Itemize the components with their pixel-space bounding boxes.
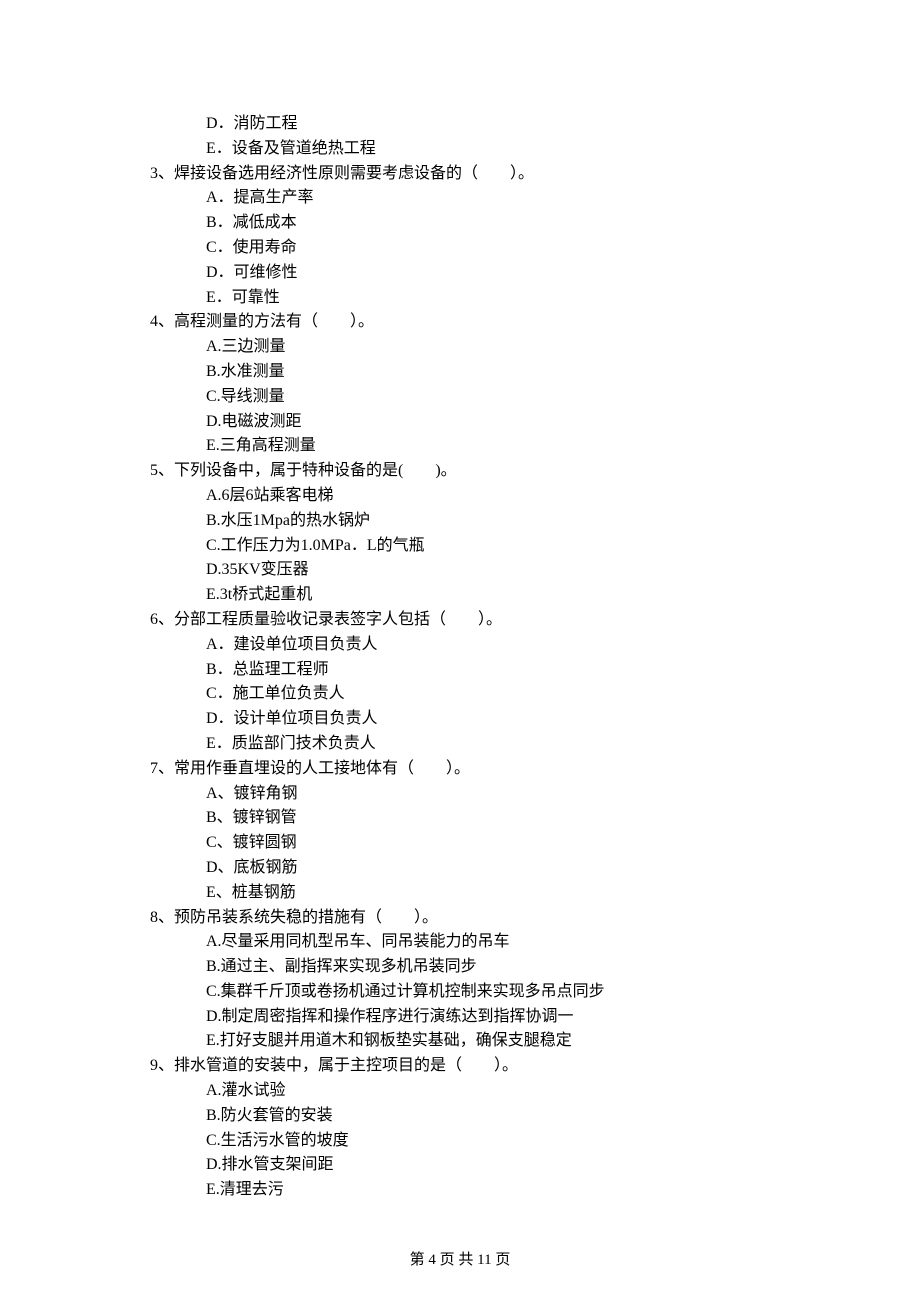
question-option: C．使用寿命 — [150, 236, 920, 261]
question-option: E.三角高程测量 — [150, 434, 920, 459]
page-footer: 第 4 页 共 11 页 — [0, 1249, 920, 1272]
question-stem: 5、下列设备中，属于特种设备的是( )。 — [150, 459, 920, 484]
question-option: C.工作压力为1.0MPa．L的气瓶 — [150, 534, 920, 559]
question-option: D.35KV变压器 — [150, 558, 920, 583]
question-option: E、桩基钢筋 — [150, 881, 920, 906]
question-option: B.通过主、副指挥来实现多机吊装同步 — [150, 955, 920, 980]
question-option: A.三边测量 — [150, 335, 920, 360]
question-stem: 6、分部工程质量验收记录表签字人包括（ ）。 — [150, 608, 920, 633]
question-option: B.水准测量 — [150, 360, 920, 385]
document-page: D．消防工程 E．设备及管道绝热工程 3、焊接设备选用经济性原则需要考虑设备的（… — [0, 0, 920, 1302]
orphan-option: D．消防工程 — [150, 112, 920, 137]
question-option: C.导线测量 — [150, 385, 920, 410]
question-option: E．质监部门技术负责人 — [150, 732, 920, 757]
question-option: E.打好支腿并用道木和钢板垫实基础，确保支腿稳定 — [150, 1029, 920, 1054]
question-stem: 8、预防吊装系统失稳的措施有（ ）。 — [150, 906, 920, 931]
question-option: A．提高生产率 — [150, 186, 920, 211]
question-stem: 7、常用作垂直埋设的人工接地体有（ ）。 — [150, 757, 920, 782]
question-option: B．总监理工程师 — [150, 658, 920, 683]
question-option: D.排水管支架间距 — [150, 1153, 920, 1178]
question-option: C．施工单位负责人 — [150, 682, 920, 707]
question-option: B．减低成本 — [150, 211, 920, 236]
question-option: B.水压1Mpa的热水锅炉 — [150, 509, 920, 534]
question-option: A.灌水试验 — [150, 1079, 920, 1104]
question-option: D.电磁波测距 — [150, 410, 920, 435]
question-option: A、镀锌角钢 — [150, 782, 920, 807]
question-option: D.制定周密指挥和操作程序进行演练达到指挥协调一 — [150, 1005, 920, 1030]
question-option: E.清理去污 — [150, 1178, 920, 1203]
question-stem: 4、高程测量的方法有（ ）。 — [150, 310, 920, 335]
question-option: D、底板钢筋 — [150, 856, 920, 881]
question-option: A.尽量采用同机型吊车、同吊装能力的吊车 — [150, 930, 920, 955]
question-option: A．建设单位项目负责人 — [150, 633, 920, 658]
orphan-option: E．设备及管道绝热工程 — [150, 137, 920, 162]
question-option: C.生活污水管的坡度 — [150, 1129, 920, 1154]
question-option: E．可靠性 — [150, 286, 920, 311]
question-option: D．可维修性 — [150, 261, 920, 286]
question-stem: 9、排水管道的安装中，属于主控项目的是（ ）。 — [150, 1054, 920, 1079]
question-option: A.6层6站乘客电梯 — [150, 484, 920, 509]
question-option: B.防火套管的安装 — [150, 1104, 920, 1129]
question-option: C、镀锌圆钢 — [150, 831, 920, 856]
question-option: B、镀锌钢管 — [150, 806, 920, 831]
question-stem: 3、焊接设备选用经济性原则需要考虑设备的（ ）。 — [150, 162, 920, 187]
question-option: E.3t桥式起重机 — [150, 583, 920, 608]
question-option: C.集群千斤顶或卷扬机通过计算机控制来实现多吊点同步 — [150, 980, 920, 1005]
question-option: D．设计单位项目负责人 — [150, 707, 920, 732]
